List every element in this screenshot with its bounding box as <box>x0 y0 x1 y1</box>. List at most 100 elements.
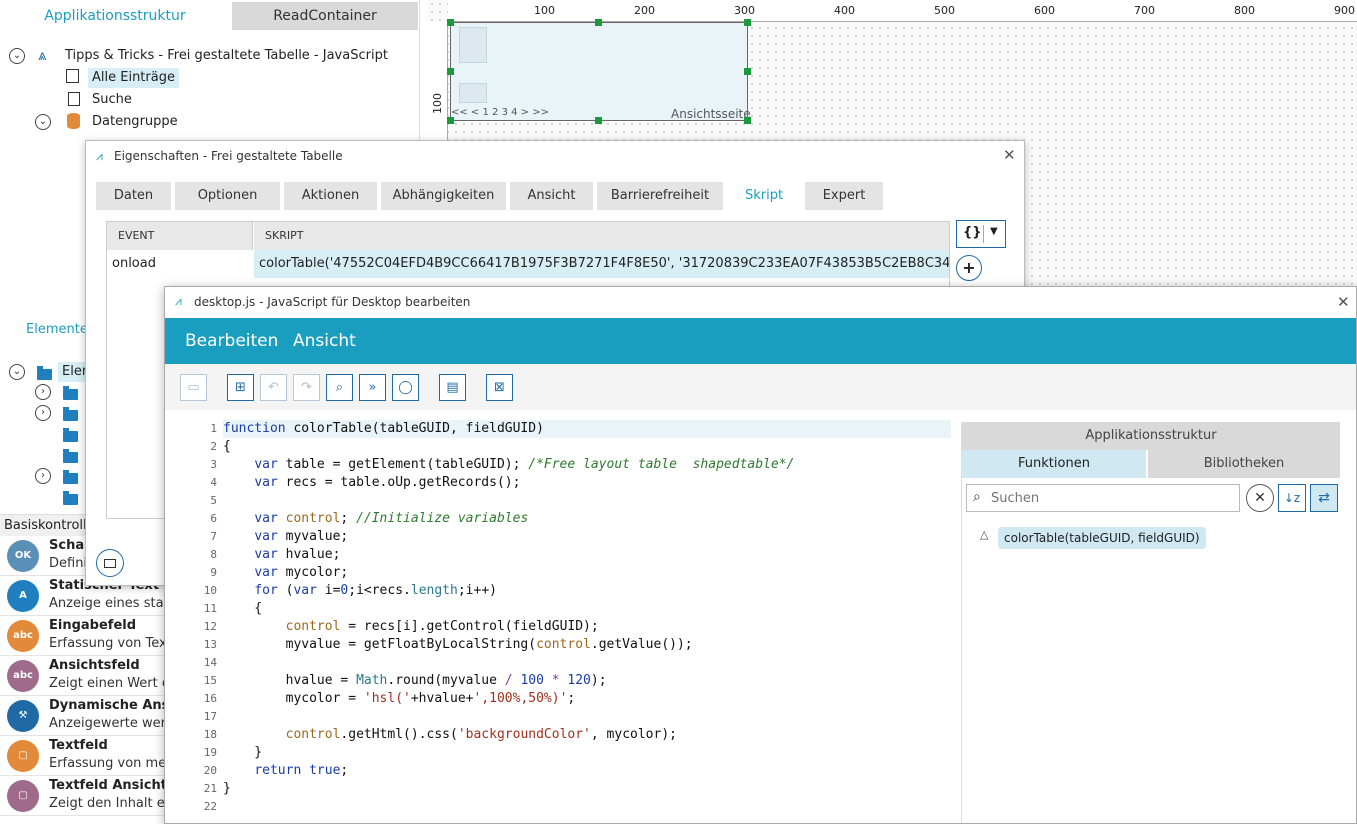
clear-search-icon[interactable]: ✕ <box>1246 484 1274 512</box>
tab-expert[interactable]: Expert <box>805 182 885 210</box>
resize-handle[interactable] <box>744 117 751 124</box>
table-icon <box>66 69 79 83</box>
expand-icon[interactable]: › <box>35 468 51 484</box>
code-editor[interactable]: 1 2 3 4 5 6 7 8 9 10 11 12 13 14 15 16 17 18 19 20 21 22 func… <box>175 420 955 823</box>
ruler-left: 100 <box>428 22 448 152</box>
function-search[interactable]: ⌕ <box>966 484 1240 512</box>
elements-tab[interactable]: Elemente <box>26 322 88 337</box>
control-title: Eingabefeld <box>49 618 137 633</box>
tab-readcontainer[interactable]: ReadContainer <box>232 2 418 30</box>
insert-template-icon[interactable]: ⊞ <box>227 374 254 401</box>
search-icon: ⌕ <box>973 489 981 505</box>
control-description: Zeigt den Inhalt ein <box>49 796 177 811</box>
search-page-icon <box>68 92 80 106</box>
tab-skript[interactable]: Skript <box>727 182 803 210</box>
event-cell[interactable]: onload <box>107 250 253 278</box>
control-description: Erfassung von meh <box>49 756 175 771</box>
javascript-editor-dialog: ⩘ desktop.js - JavaScript für Desktop be… <box>164 286 1357 824</box>
undo-icon[interactable]: ↶ <box>260 374 287 401</box>
resize-handle[interactable] <box>447 117 454 124</box>
goto-icon[interactable]: » <box>359 374 386 401</box>
abc-icon: abc <box>7 660 39 692</box>
swap-icon[interactable]: ⇄ <box>1310 484 1338 512</box>
redo-icon[interactable]: ↷ <box>293 374 320 401</box>
code-line: var myvalue; <box>254 529 349 544</box>
resize-handle[interactable] <box>744 68 751 75</box>
comment-icon[interactable]: ◯ <box>392 374 419 401</box>
code-line: for (var i=0;i<recs.length;i++) <box>254 583 497 598</box>
code-line: control = recs[i].getControl(fieldGUID); <box>285 619 599 634</box>
view-page-element[interactable]: << < 1 2 3 4 > >> Ansichtsseite <box>450 22 751 121</box>
folder-icon <box>63 449 78 463</box>
code-line: var mycolor; <box>254 565 349 580</box>
ruler-tick-label: 200 <box>634 4 655 17</box>
tab-daten[interactable]: Daten <box>96 182 173 210</box>
tree-collapse-icon[interactable]: △ <box>980 528 988 541</box>
tree-item-all-entries[interactable]: Alle Einträge <box>88 68 179 88</box>
folder-download-icon <box>37 366 52 380</box>
tab-abh-ngigkeiten[interactable]: Abhängigkeiten <box>381 182 508 210</box>
abc-icon: abc <box>7 620 39 652</box>
format-code-icon[interactable]: ▤ <box>439 374 466 401</box>
expand-icon[interactable]: › <box>35 405 51 421</box>
left-tabbar: Applikationsstruktur ReadContainer <box>0 0 420 32</box>
resize-handle[interactable] <box>447 68 454 75</box>
function-item[interactable]: colorTable(tableGUID, fieldGUID) <box>998 527 1206 549</box>
control-description: Erfassung von Text <box>49 636 172 651</box>
tab-barrierefreiheit[interactable]: Barrierefreiheit <box>597 182 725 210</box>
tree-root[interactable]: Tipps & Tricks - Frei gestaltete Tabelle… <box>65 46 388 66</box>
folder-icon <box>63 470 78 484</box>
line-number: 4 <box>210 476 217 489</box>
resize-handle[interactable] <box>744 19 751 26</box>
code-line: { <box>223 439 231 454</box>
control-title: Ansichtsfeld <box>49 658 140 673</box>
tree-item-search[interactable]: Suche <box>92 90 132 110</box>
search-icon[interactable]: ⌕ <box>326 374 353 401</box>
textfield-view-icon: ▢ <box>7 780 39 812</box>
sort-az-icon[interactable]: ↓z <box>1278 484 1306 512</box>
close-icon[interactable]: ✕ <box>1337 293 1350 311</box>
line-number: 21 <box>203 782 217 795</box>
menu-view[interactable]: Ansicht <box>293 318 356 364</box>
close-icon[interactable]: ✕ <box>1003 146 1016 164</box>
tree-item-datagroup[interactable]: Datengruppe <box>92 112 178 132</box>
folder-icon <box>63 428 78 442</box>
column-event: EVENT <box>107 222 253 250</box>
line-number: 2 <box>210 440 217 453</box>
column-script: SKRIPT <box>254 222 949 250</box>
folder-icon <box>63 407 78 421</box>
pager: << < 1 2 3 4 > >> <box>451 107 549 118</box>
folder-icon <box>63 386 78 400</box>
screen-shape <box>104 559 116 568</box>
search-input[interactable] <box>991 488 1231 508</box>
insert-snippet-button[interactable]: {} ▼ <box>956 220 1006 248</box>
code-line: hvalue = Math.round(myvalue / 100 * 120)… <box>223 673 607 688</box>
tab-libraries[interactable]: Bibliotheken <box>1148 450 1340 478</box>
tab-aktionen[interactable]: Aktionen <box>284 182 379 210</box>
tab-optionen[interactable]: Optionen <box>175 182 282 210</box>
tab-application-structure[interactable]: Applikationsstruktur <box>0 0 230 30</box>
code-line: var control; //Initialize variables <box>254 511 529 526</box>
code-line: control.getHtml().css('backgroundColor',… <box>285 727 677 742</box>
tab-functions[interactable]: Funktionen <box>962 450 1146 478</box>
screen-icon[interactable] <box>96 549 124 577</box>
close-document-icon[interactable]: ⊠ <box>486 374 513 401</box>
collapse-elements-icon[interactable]: ⌄ <box>9 364 25 380</box>
resize-handle[interactable] <box>447 19 454 26</box>
menu-edit[interactable]: Bearbeiten <box>185 318 278 364</box>
save-icon[interactable]: ▭ <box>180 374 207 401</box>
tab-ansicht[interactable]: Ansicht <box>510 182 595 210</box>
sidebar-header[interactable]: Applikationsstruktur <box>962 422 1340 450</box>
add-event-button[interactable]: + <box>956 255 982 281</box>
script-cell[interactable]: colorTable('47552C04EFD4B9CC66417B1975F3… <box>254 250 949 278</box>
collapse-root-icon[interactable]: ⌄ <box>9 48 25 64</box>
control-title: Textfeld Ansicht <box>49 778 168 793</box>
resize-handle[interactable] <box>595 19 602 26</box>
ruler-tick-label: 900 <box>1334 4 1355 17</box>
collapse-datagroup-icon[interactable]: ⌄ <box>35 114 51 130</box>
resize-handle[interactable] <box>595 117 602 124</box>
code-line: var hvalue; <box>254 547 341 562</box>
editor-title: desktop.js - JavaScript für Desktop bear… <box>194 295 471 309</box>
expand-icon[interactable]: › <box>35 384 51 400</box>
